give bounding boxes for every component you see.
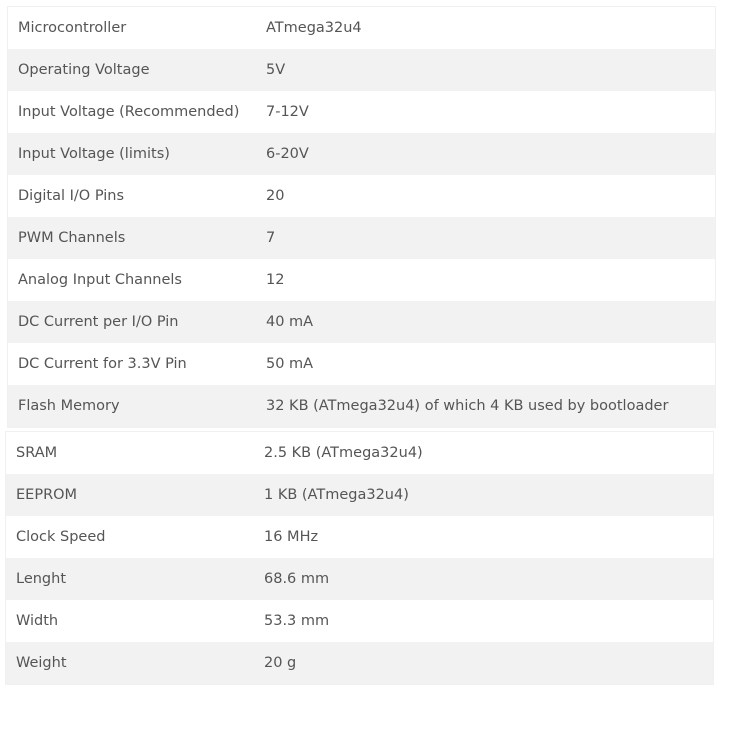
table-row: Operating Voltage 5V bbox=[7, 49, 716, 91]
table-row: Analog Input Channels 12 bbox=[8, 259, 716, 301]
spec-label: Operating Voltage bbox=[7, 49, 266, 91]
spec-label: Input Voltage (Recommended) bbox=[18, 104, 240, 120]
spec-value: 12 bbox=[266, 272, 285, 288]
table-row: Weight 20 g bbox=[5, 642, 714, 685]
spec-value: 40 mA bbox=[266, 301, 716, 343]
spec-value: 50 mA bbox=[266, 356, 314, 372]
table-row: Microcontroller ATmega32u4 bbox=[8, 7, 716, 50]
table-row: Input Voltage (Recommended) 7-12V bbox=[8, 91, 716, 133]
spec-label: Clock Speed bbox=[16, 529, 106, 545]
table-row: Digital I/O Pins 20 bbox=[8, 175, 716, 217]
spec-value: 6-20V bbox=[266, 133, 716, 175]
spec-label: Lenght bbox=[5, 558, 264, 600]
spec-value: 53.3 mm bbox=[264, 613, 330, 629]
spec-value: 7-12V bbox=[266, 104, 309, 120]
spec-label: SRAM bbox=[16, 445, 58, 461]
spec-label: Microcontroller bbox=[18, 20, 127, 36]
specs-table-continued: SRAM 2.5 KB (ATmega32u4) EEPROM 1 KB (ATmeg… bbox=[5, 431, 714, 685]
table-row: Lenght 68.6 mm bbox=[5, 558, 714, 600]
spec-label: Analog Input Channels bbox=[18, 272, 182, 288]
spec-value: 20 g bbox=[264, 642, 714, 685]
spec-label: Flash Memory bbox=[7, 385, 266, 428]
spec-label: Digital I/O Pins bbox=[18, 188, 125, 204]
specs-table: Microcontroller ATmega32u4 Operating Volta… bbox=[7, 6, 716, 428]
spec-label: EEPROM bbox=[5, 474, 264, 516]
spec-value: 1 KB (ATmega32u4) bbox=[264, 474, 714, 516]
table-row: Input Voltage (limits) 6-20V bbox=[7, 133, 716, 175]
spec-value: 2.5 KB (ATmega32u4) bbox=[264, 445, 423, 461]
spec-value: 7 bbox=[266, 217, 716, 259]
spec-value: 68.6 mm bbox=[264, 558, 714, 600]
table-row: EEPROM 1 KB (ATmega32u4) bbox=[5, 474, 714, 516]
table-row: Flash Memory 32 KB (ATmega32u4) of which … bbox=[7, 385, 716, 428]
spec-label: Input Voltage (limits) bbox=[7, 133, 266, 175]
table-row: Width 53.3 mm bbox=[6, 600, 714, 642]
spec-value: 32 KB (ATmega32u4) of which 4 KB used by… bbox=[266, 385, 716, 428]
table-row: PWM Channels 7 bbox=[7, 217, 716, 259]
table-row: DC Current for 3.3V Pin 50 mA bbox=[8, 343, 716, 385]
spec-label: Weight bbox=[5, 642, 264, 685]
spec-label: DC Current per I/O Pin bbox=[7, 301, 266, 343]
spec-value: 16 MHz bbox=[264, 529, 319, 545]
spec-label: PWM Channels bbox=[7, 217, 266, 259]
spec-value: 5V bbox=[266, 49, 716, 91]
table-row: SRAM 2.5 KB (ATmega32u4) bbox=[6, 432, 714, 475]
spec-label: DC Current for 3.3V Pin bbox=[18, 356, 187, 372]
table-row: DC Current per I/O Pin 40 mA bbox=[7, 301, 716, 343]
table-row: Clock Speed 16 MHz bbox=[6, 516, 714, 558]
spec-value: 20 bbox=[266, 188, 285, 204]
spec-label: Width bbox=[16, 613, 59, 629]
spec-value: ATmega32u4 bbox=[266, 20, 362, 36]
